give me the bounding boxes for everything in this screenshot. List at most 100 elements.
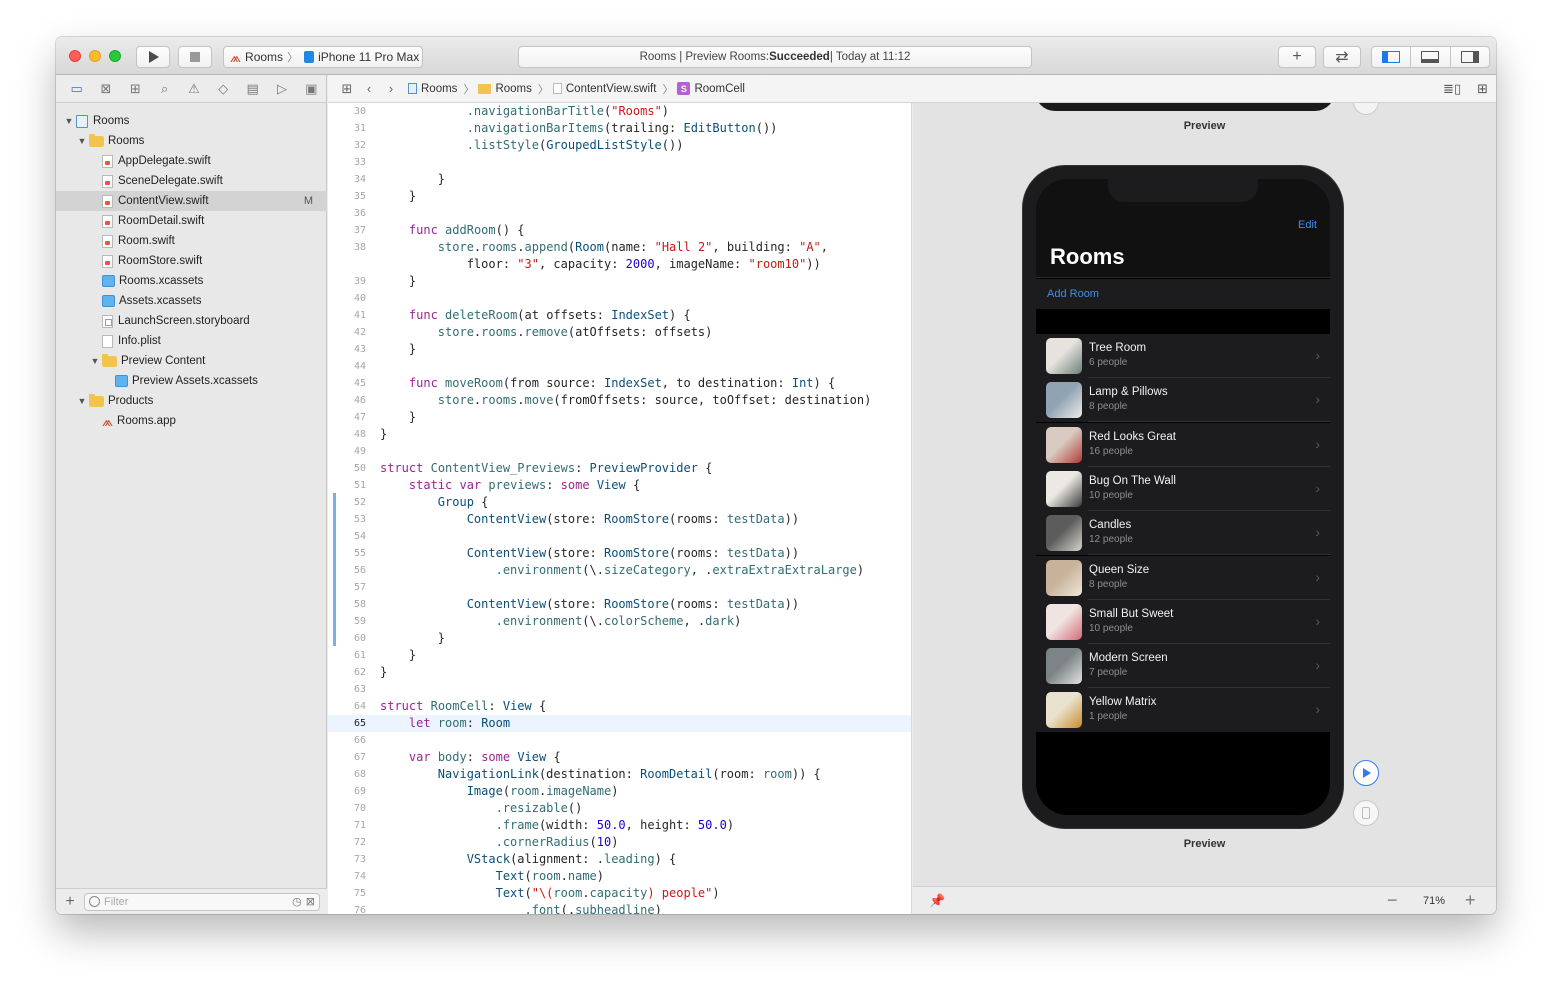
related-items-icon[interactable]: ⊞	[336, 81, 358, 97]
live-preview-button[interactable]	[1353, 760, 1379, 786]
tree-item[interactable]: ▼ Products	[56, 391, 327, 411]
canvas-footer: 📌 − 71% +	[913, 886, 1496, 914]
hierarchy-icon[interactable]: ⊞	[121, 81, 150, 97]
chevron-right-icon: 〉	[463, 83, 475, 96]
toggle-debug-area-button[interactable]	[1411, 47, 1451, 67]
code-line: 74 Text(room.name)	[328, 868, 911, 885]
forward-icon[interactable]: ›	[380, 81, 402, 96]
source-editor[interactable]: 30 .navigationBarTitle("Rooms") 31 .navig…	[328, 103, 912, 914]
tree-item[interactable]: Assets.xcassets	[56, 291, 327, 311]
preview-on-device-button[interactable]	[1353, 800, 1379, 826]
code-token: }	[380, 410, 417, 424]
run-button[interactable]	[136, 46, 170, 68]
pin-icon[interactable]: 📌	[929, 893, 945, 909]
room-row[interactable]: Yellow Matrix 1 people ›	[1036, 688, 1330, 733]
code-token: RoomStore	[603, 546, 670, 560]
tree-item[interactable]: RoomDetail.swift	[56, 211, 327, 231]
line-number: 66	[353, 735, 366, 746]
library-button[interactable]: +	[1278, 46, 1316, 68]
code-review-button[interactable]: ⇄	[1323, 46, 1361, 68]
add-file-button[interactable]: +	[56, 893, 84, 911]
tree-item[interactable]: ▼ Rooms	[56, 131, 327, 151]
tree-item[interactable]: ▼ Rooms	[56, 111, 327, 131]
tree-item[interactable]: Room.swift	[56, 231, 327, 251]
code-token: ,	[820, 240, 829, 254]
close-window-button[interactable]	[69, 50, 81, 62]
report-icon[interactable]: ▣	[297, 81, 326, 97]
issues-icon[interactable]: ⚠	[179, 81, 208, 97]
split-editor-icon[interactable]: ⊞	[1477, 81, 1488, 97]
minimize-window-button[interactable]	[89, 50, 101, 62]
code-token: room	[553, 886, 583, 900]
code-token: }	[380, 631, 446, 645]
tree-item[interactable]: RoomStore.swift	[56, 251, 327, 271]
recent-files-icon[interactable]: ◷	[292, 895, 302, 908]
code-line: 41 func deleteRoom(at offsets: IndexSet)…	[328, 307, 911, 324]
zoom-window-button[interactable]	[109, 50, 121, 62]
filter-input[interactable]	[104, 895, 289, 908]
folder-icon[interactable]: ▭	[62, 81, 91, 97]
breadcrumb-item[interactable]: Rooms	[408, 83, 457, 95]
tree-item[interactable]: Rooms.xcassets	[56, 271, 327, 291]
line-number: 30	[353, 106, 366, 117]
code-line: 61 }	[328, 647, 911, 664]
room-row[interactable]: Queen Size 8 people ›	[1036, 555, 1330, 600]
add-room-button[interactable]: Add Room	[1047, 288, 1099, 300]
filter-field[interactable]: ◷ ⊠	[84, 892, 320, 911]
room-thumbnail	[1046, 648, 1082, 685]
editor-options-icon[interactable]: ≣▯	[1443, 81, 1461, 97]
source-control-icon[interactable]: ⊠	[91, 81, 120, 97]
tree-item[interactable]: LaunchScreen.storyboard	[56, 311, 327, 331]
preview-top-button[interactable]	[1353, 103, 1379, 115]
activity-view[interactable]: Rooms | Preview Rooms: Succeeded | Today…	[518, 46, 1032, 68]
zoom-out-button[interactable]: −	[1387, 890, 1398, 911]
code-token: ContentView_Previews	[430, 461, 576, 475]
edit-button[interactable]: Edit	[1298, 219, 1317, 231]
room-row[interactable]: Lamp & Pillows 8 people ›	[1036, 378, 1330, 423]
room-row[interactable]: Candles 12 people ›	[1036, 511, 1330, 556]
disclosure-triangle-icon[interactable]: ▼	[77, 136, 87, 146]
tree-item[interactable]: SceneDelegate.swift	[56, 171, 327, 191]
stop-button[interactable]	[178, 46, 212, 68]
room-thumbnail	[1046, 426, 1082, 463]
disclosure-triangle-icon[interactable]: ▼	[77, 396, 87, 406]
toggle-inspector-button[interactable]	[1451, 47, 1489, 67]
tree-item-label: AppDelegate.swift	[118, 155, 211, 167]
tree-item[interactable]: ▼ Preview Content	[56, 351, 327, 371]
code-token: .	[517, 240, 525, 254]
add-room-row[interactable]: Add Room	[1036, 279, 1330, 309]
scm-filter-icon[interactable]: ⊠	[306, 895, 315, 908]
tree-item[interactable]: ContentView.swift M	[56, 191, 327, 211]
code-line: 76 .font(.subheadline)	[328, 902, 911, 914]
tree-item[interactable]: Info.plist	[56, 331, 327, 351]
room-row[interactable]: Bug On The Wall 10 people ›	[1036, 466, 1330, 511]
toggle-navigator-button[interactable]	[1372, 47, 1412, 67]
tree-item[interactable]: AppDelegate.swift	[56, 151, 327, 171]
code-line: 68 NavigationLink(destination: RoomDetai…	[328, 766, 911, 783]
room-row[interactable]: Red Looks Great 16 people ›	[1036, 422, 1330, 467]
disclosure-triangle-icon[interactable]: ▼	[90, 356, 100, 366]
room-row[interactable]: Small But Sweet 10 people ›	[1036, 599, 1330, 644]
back-icon[interactable]: ‹	[358, 81, 380, 96]
debug-icon[interactable]: ▤	[238, 81, 267, 97]
tree-item[interactable]: ⩕ Rooms.app	[56, 411, 327, 431]
find-icon[interactable]: ⌕	[150, 81, 179, 97]
code-token: :	[466, 750, 482, 764]
breakpoints-icon[interactable]: ▷	[267, 81, 296, 97]
room-capacity: 7 people	[1089, 667, 1128, 679]
scheme-selector[interactable]: ⩕ Rooms 〉 iPhone 11 Pro Max	[223, 46, 423, 68]
disclosure-triangle-icon[interactable]: ▼	[64, 116, 74, 126]
zoom-in-button[interactable]: +	[1465, 890, 1476, 911]
breadcrumb-item[interactable]: S RoomCell	[677, 82, 745, 95]
room-row[interactable]: Tree Room 6 people ›	[1036, 334, 1330, 378]
tests-icon[interactable]: ◇	[209, 81, 238, 97]
code-token: let	[408, 716, 431, 730]
room-row[interactable]: Modern Screen 7 people ›	[1036, 644, 1330, 689]
tree-item[interactable]: Preview Assets.xcassets	[56, 371, 327, 391]
code-token: 50.0	[596, 818, 626, 832]
breadcrumb-item[interactable]: Rooms	[478, 83, 532, 95]
breadcrumb-item[interactable]: ContentView.swift	[552, 83, 656, 95]
